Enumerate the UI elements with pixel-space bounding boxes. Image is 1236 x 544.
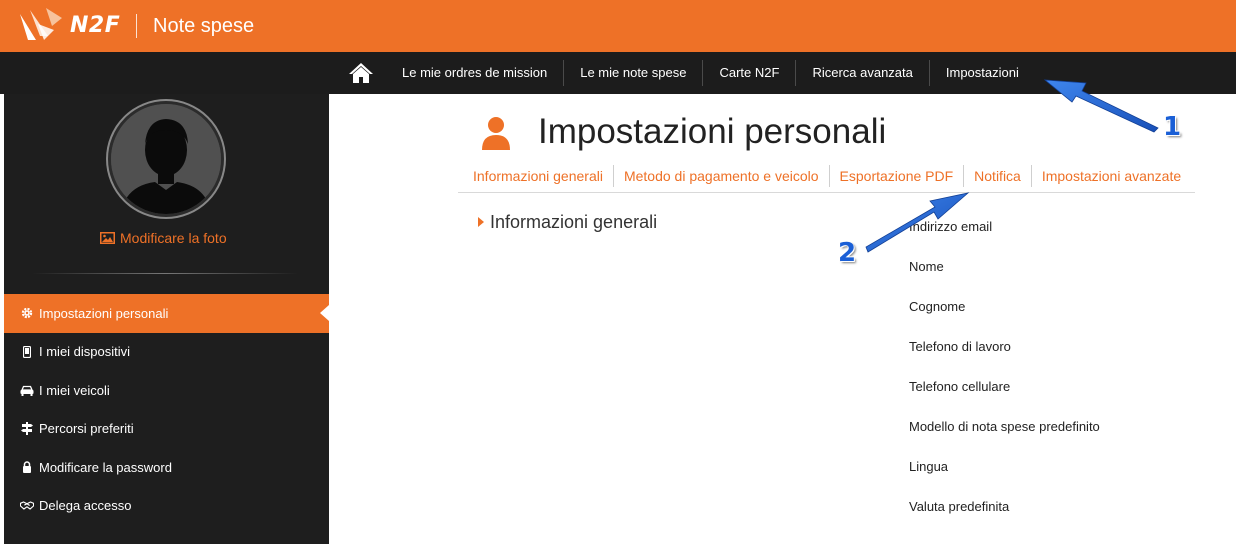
tabs-divider (458, 192, 1195, 193)
change-photo-link[interactable]: Modificare la foto (100, 230, 227, 246)
annotation-marker-2: 2 (838, 238, 857, 268)
nav-item-settings[interactable]: Impostazioni (928, 60, 1035, 86)
user-silhouette-icon (111, 104, 221, 214)
app-header: N2F Note spese (0, 0, 1236, 52)
field-label-default-currency: Valuta predefinita (909, 499, 1010, 514)
mobile-icon (20, 345, 34, 359)
nav-item-n2f-cards[interactable]: Carte N2F (702, 60, 795, 86)
change-photo-label: Modificare la foto (120, 230, 227, 246)
car-icon (20, 383, 34, 397)
brand-name: N2F (70, 13, 121, 38)
sidebar-divider (32, 273, 298, 274)
tab-advanced-settings[interactable]: Impostazioni avanzate (1030, 165, 1191, 187)
sidebar-item-vehicles[interactable]: I miei veicoli (4, 371, 329, 410)
n2f-logo-icon[interactable] (18, 6, 62, 42)
image-icon (100, 232, 115, 244)
annotation-marker-1: 1 (1163, 112, 1182, 142)
avatar[interactable] (108, 101, 224, 217)
sidebar-item-delegate-access[interactable]: Delega accesso (4, 487, 329, 526)
gear-icon (20, 306, 34, 320)
sidebar-menu: Impostazioni personali I miei dispositiv… (4, 294, 329, 525)
sidebar-item-label: Delega accesso (39, 498, 132, 514)
section-title: Informazioni generali (490, 212, 658, 232)
sidebar-item-favourite-routes[interactable]: Percorsi preferiti (4, 410, 329, 449)
caret-right-icon (478, 217, 484, 227)
page-title: Impostazioni personali (538, 112, 887, 151)
field-label-language: Lingua (909, 459, 949, 474)
sidebar-item-label: Impostazioni personali (39, 305, 169, 321)
tab-payment-vehicle[interactable]: Metodo di pagamento e veicolo (612, 165, 829, 187)
tab-notification[interactable]: Notifica (963, 165, 1031, 187)
sidebar-item-label: Percorsi preferiti (39, 421, 134, 437)
signpost-icon (20, 422, 34, 436)
sidebar-item-personal-settings[interactable]: Impostazioni personali (4, 294, 329, 333)
lock-icon (20, 460, 34, 474)
nav-item-expense-reports[interactable]: Le mie note spese (563, 60, 702, 86)
app-title: Note spese (153, 15, 255, 37)
field-label-default-template: Modello di nota spese predefinito (909, 419, 1100, 434)
settings-tabs: Informazioni generali Metodo di pagament… (463, 163, 1191, 189)
field-label-first-name: Nome (909, 259, 944, 274)
sidebar-item-label: I miei dispositivi (39, 344, 131, 360)
sidebar-item-change-password[interactable]: Modificare la password (4, 448, 329, 487)
sidebar-item-label: Modificare la password (39, 459, 172, 475)
field-label-email: Indirizzo email (909, 219, 993, 234)
sidebar-item-devices[interactable]: I miei dispositivi (4, 333, 329, 372)
nav-item-advanced-search[interactable]: Ricerca avanzata (795, 60, 928, 86)
nav-items: Le mie ordres de mission Le mie note spe… (386, 52, 1035, 94)
handshake-icon (20, 499, 34, 513)
field-label-work-phone: Telefono di lavoro (909, 339, 1011, 354)
tab-pdf-export[interactable]: Esportazione PDF (828, 165, 964, 187)
tab-general-info[interactable]: Informazioni generali (463, 165, 613, 187)
user-icon (482, 117, 510, 150)
home-icon[interactable] (348, 62, 374, 84)
field-label-last-name: Cognome (909, 299, 966, 314)
sidebar-item-label: I miei veicoli (39, 382, 110, 398)
field-label-mobile-phone: Telefono cellulare (909, 379, 1011, 394)
field-list: Indirizzo email Nome Cognome Telefono di… (909, 219, 1100, 539)
header-separator (136, 14, 137, 38)
nav-item-mission-orders[interactable]: Le mie ordres de mission (386, 60, 563, 86)
main-nav: Le mie ordres de mission Le mie note spe… (0, 52, 1236, 94)
sidebar: Modificare la foto Impostazioni personal… (4, 94, 329, 544)
